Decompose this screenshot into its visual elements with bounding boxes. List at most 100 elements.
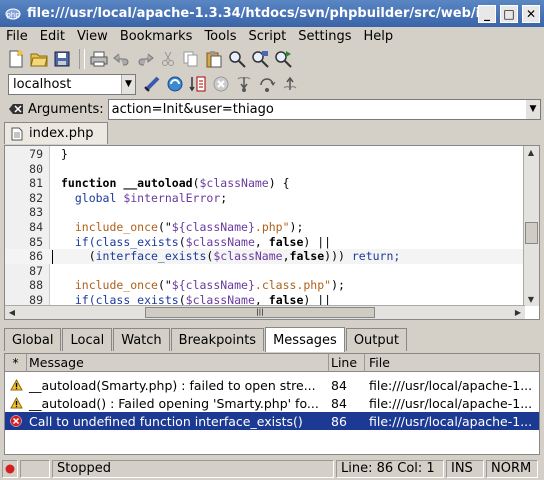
scrollbar-thumb[interactable] (525, 222, 538, 244)
step-over-icon[interactable] (257, 74, 277, 94)
code-line[interactable]: 81 function __autoload($className) { (5, 176, 525, 191)
line-number: 84 (29, 220, 43, 234)
svg-text:php: php (6, 11, 20, 19)
tab-watch[interactable]: Watch (113, 328, 170, 351)
code-token: false (289, 249, 325, 264)
code-token: ( (178, 234, 186, 249)
stopped-status-icon (5, 464, 15, 474)
paste-icon[interactable] (204, 49, 224, 69)
menu-edit[interactable]: Edit (34, 29, 71, 44)
code-token: ( (61, 249, 96, 264)
menu-settings[interactable]: Settings (292, 29, 357, 44)
chevron-down-icon[interactable]: ▼ (121, 74, 135, 94)
message-text: __autoload(Smarty.php) : failed to open … (29, 377, 316, 393)
code-line[interactable]: 87 (5, 264, 525, 279)
scrollbar-thumb[interactable]: ||| (145, 307, 375, 318)
tab-messages[interactable]: Messages (265, 327, 345, 352)
code-token: $internalError (123, 190, 221, 205)
chevron-down-icon[interactable]: ▼ (526, 99, 540, 119)
table-header: * Message Line File (5, 354, 539, 372)
code-line[interactable]: 84 include_once("${className}.php"); (5, 220, 525, 235)
code-text: function __autoload($className) { (61, 176, 290, 191)
tab-local[interactable]: Local (62, 328, 113, 351)
column-header-file[interactable]: File (365, 354, 539, 372)
tab-output[interactable]: Output (345, 328, 407, 351)
menu-help[interactable]: Help (358, 29, 400, 44)
vertical-scrollbar[interactable]: ▲ ▼ (523, 146, 539, 306)
line-number: 81 (29, 176, 43, 191)
redo-icon[interactable] (135, 49, 155, 69)
code-text: include_once("${className}.php"); (61, 220, 304, 235)
code-line[interactable]: 82 global $internalError; (5, 191, 525, 206)
new-file-icon[interactable] (6, 49, 26, 69)
run-icon[interactable] (188, 74, 208, 94)
code-line[interactable]: 86 (interface_exists($className,false)))… (5, 249, 525, 264)
close-button[interactable]: ✕ (522, 4, 540, 23)
find-icon[interactable] (227, 49, 247, 69)
code-token: ( (192, 176, 200, 191)
insert-mode: INS (446, 460, 484, 478)
clear-arguments-icon[interactable] (8, 103, 24, 115)
code-line[interactable]: 88 include_once("${className}.class.php"… (5, 278, 525, 293)
column-header-message[interactable]: Message (27, 354, 329, 372)
step-out-icon[interactable] (280, 74, 300, 94)
tab-breakpoints[interactable]: Breakpoints (170, 328, 265, 351)
message-file: file:///usr/local/apache-1... (369, 413, 533, 429)
message-file: file:///usr/local/apache-1... (369, 377, 533, 393)
code-token: interface_exists (95, 249, 207, 264)
debugger-state: Stopped (52, 460, 334, 478)
menu-bookmarks[interactable]: Bookmarks (114, 29, 199, 44)
code-token: return; (344, 249, 401, 264)
code-line[interactable]: 85 if(class_exists($className, false) || (5, 235, 525, 250)
code-token: $className (213, 249, 283, 264)
minimize-button[interactable]: _ (478, 4, 496, 23)
host-select[interactable]: localhost ▼ (8, 73, 136, 95)
copy-icon[interactable] (181, 49, 201, 69)
tab-global[interactable]: Global (4, 328, 62, 351)
print-icon[interactable] (89, 49, 109, 69)
code-token: ))) (324, 249, 345, 264)
table-row[interactable]: Call to undefined function interface_exi… (5, 412, 539, 430)
table-row[interactable]: __autoload(Smarty.php) : failed to open … (5, 376, 539, 394)
refresh-icon[interactable] (165, 74, 185, 94)
code-token: ${className} (171, 278, 255, 293)
code-text: } (61, 147, 68, 162)
code-text: (interface_exists($className,false))) re… (61, 249, 401, 264)
menu-file[interactable]: File (0, 29, 34, 44)
tab-index-php[interactable]: index.php (4, 122, 108, 144)
scroll-down-icon[interactable]: ▼ (524, 293, 538, 306)
code-line[interactable]: 83 (5, 205, 525, 220)
menu-view[interactable]: View (71, 29, 114, 44)
connect-icon[interactable] (142, 74, 162, 94)
stop-icon[interactable] (211, 74, 231, 94)
scroll-right-icon[interactable]: ▶ (511, 306, 525, 319)
code-editor[interactable]: 79} 80 81 function __autoload($className) {… (4, 145, 540, 320)
find-replace-icon[interactable] (250, 49, 270, 69)
code-token: ) || (303, 234, 332, 249)
code-token: (" (157, 220, 172, 234)
find-next-icon[interactable] (273, 49, 293, 69)
horizontal-scrollbar[interactable]: ◀ ||| ▶ (5, 305, 525, 319)
cut-icon[interactable] (158, 49, 178, 69)
code-token: include_once (61, 278, 158, 293)
maximize-button[interactable]: □ (500, 4, 518, 23)
code-token: ); (331, 278, 345, 293)
menu-tools[interactable]: Tools (198, 29, 242, 44)
save-icon[interactable] (52, 49, 72, 69)
scroll-left-icon[interactable]: ◀ (5, 306, 19, 319)
code-line[interactable]: 80 (5, 162, 525, 177)
open-folder-icon[interactable] (29, 49, 49, 69)
code-line[interactable]: 79} (5, 147, 525, 162)
code-token: ) { (268, 176, 290, 191)
arguments-input[interactable]: action=Init&user=thiago ▼ (107, 98, 541, 120)
step-into-icon[interactable] (234, 74, 254, 94)
code-token: $className (185, 234, 255, 249)
code-token: (" (157, 278, 172, 293)
column-header-type[interactable]: * (5, 354, 27, 372)
undo-icon[interactable] (112, 49, 132, 69)
column-header-line[interactable]: Line (329, 354, 365, 372)
table-row[interactable]: __autoload() : Failed opening 'Smarty.ph… (5, 394, 539, 412)
app-logo-icon: php (5, 8, 21, 19)
menu-script[interactable]: Script (242, 29, 292, 44)
scroll-up-icon[interactable]: ▲ (524, 146, 538, 159)
